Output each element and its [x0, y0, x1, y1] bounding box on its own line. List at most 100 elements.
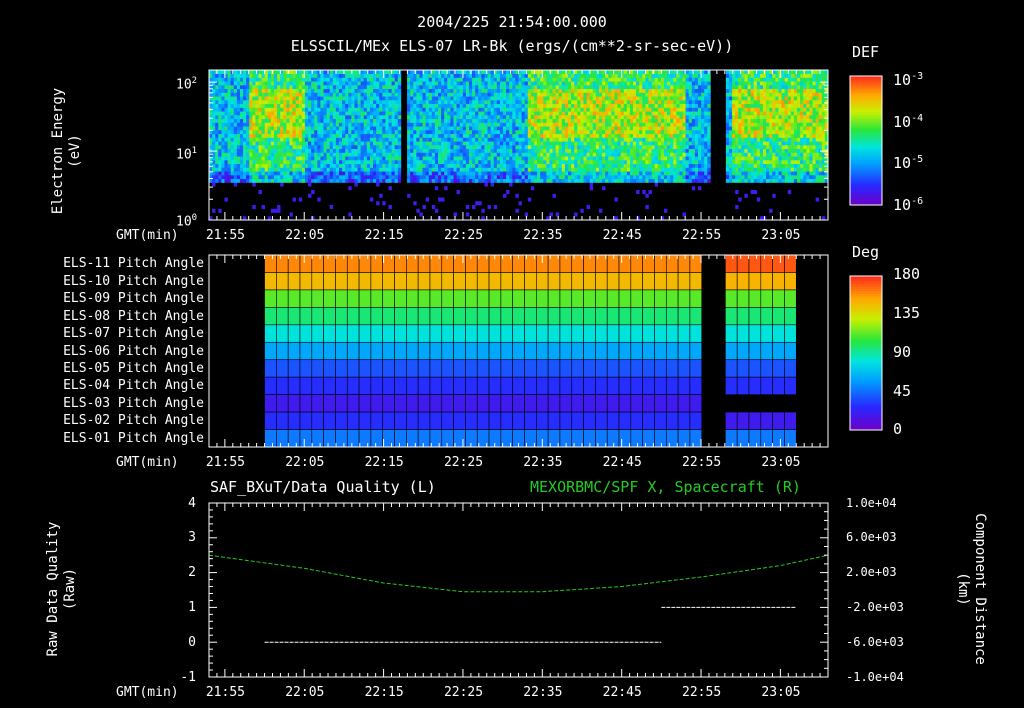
energy-cell — [273, 126, 278, 131]
energy-cell — [490, 145, 495, 150]
energy-cell — [295, 160, 300, 165]
energy-cell — [438, 171, 442, 176]
energy-cell — [425, 88, 430, 93]
energy-cell — [642, 160, 646, 165]
energy-cell — [221, 152, 225, 157]
energy-cell — [462, 178, 467, 183]
energy-cell — [558, 88, 563, 93]
energy-cell — [636, 92, 640, 97]
energy-cell — [382, 163, 386, 168]
energy-cell — [447, 96, 451, 101]
energy-cell — [568, 85, 572, 90]
energy-cell — [629, 156, 634, 161]
energy-cell — [645, 193, 649, 198]
energy-cell — [512, 73, 516, 78]
energy-cell — [574, 122, 578, 127]
energy-cell — [323, 92, 327, 97]
energy-cell — [416, 145, 420, 150]
energy-cell — [249, 130, 253, 135]
energy-cell — [264, 133, 269, 138]
energy-cell — [230, 152, 235, 157]
energy-cell — [490, 122, 495, 127]
energy-cell — [447, 81, 451, 86]
energy-cell — [468, 118, 473, 123]
energy-cell — [478, 163, 482, 168]
energy-cell — [623, 88, 628, 93]
energy-cell — [682, 81, 686, 86]
energy-cell — [277, 175, 281, 180]
energy-cell — [308, 130, 312, 135]
energy-cell — [301, 100, 306, 105]
energy-cell — [434, 122, 439, 127]
energy-cell — [450, 171, 454, 176]
energy-cell — [376, 141, 380, 146]
energy-cell — [233, 77, 238, 82]
energy-cell — [568, 171, 572, 176]
energy-cell — [673, 141, 677, 146]
energy-cell — [215, 171, 219, 176]
energy-cell — [382, 122, 386, 127]
energy-cell — [447, 85, 451, 90]
energy-cell — [540, 92, 544, 97]
energy-cell — [657, 103, 662, 108]
energy-cell — [391, 148, 395, 153]
energy-cell — [633, 118, 637, 123]
energy-cell — [667, 88, 671, 93]
energy-cell — [496, 171, 501, 176]
energy-cell — [258, 88, 262, 93]
energy-cell — [215, 163, 219, 168]
energy-cell — [546, 77, 550, 82]
energy-cell — [490, 126, 495, 131]
energy-cell — [286, 126, 290, 131]
energy-cell — [602, 107, 606, 112]
energy-cell — [456, 70, 460, 75]
energy-cell — [478, 141, 482, 146]
energy-cell — [552, 122, 556, 127]
energy-cell — [357, 137, 361, 142]
energy-cell — [663, 115, 668, 120]
energy-cell — [676, 175, 680, 180]
energy-cell — [391, 171, 395, 176]
energy-cell — [530, 96, 535, 101]
energy-cell — [667, 163, 671, 168]
energy-cell — [441, 92, 445, 97]
energy-cell — [394, 100, 399, 105]
energy-cell — [633, 111, 637, 116]
energy-cell — [515, 137, 519, 142]
energy-cell — [270, 115, 275, 120]
energy-cell — [267, 88, 272, 93]
energy-cell — [679, 118, 683, 123]
energy-cell — [323, 100, 327, 105]
energy-cell — [515, 145, 519, 150]
energy-cell — [453, 77, 457, 82]
energy-cell — [338, 175, 343, 180]
energy-cell — [212, 88, 216, 93]
energy-cell — [521, 70, 525, 75]
energy-cell — [428, 122, 433, 127]
energy-cell — [258, 100, 262, 105]
energy-cell — [413, 171, 417, 176]
energy-cell — [419, 85, 423, 90]
energy-cell — [314, 148, 318, 153]
energy-cell — [639, 175, 643, 180]
energy-cell — [660, 96, 665, 101]
energy-cell — [289, 141, 293, 146]
energy-cell — [382, 152, 386, 157]
energy-cell — [264, 171, 269, 176]
energy-cell — [543, 160, 547, 165]
energy-cell — [493, 163, 498, 168]
energy-cell — [642, 100, 646, 105]
energy-cell — [385, 137, 389, 142]
energy-cell — [249, 152, 253, 157]
energy-cell — [602, 126, 606, 131]
energy-cell — [295, 167, 300, 172]
energy-cell — [623, 111, 628, 116]
energy-cell — [602, 163, 606, 168]
energy-cell — [654, 107, 659, 112]
energy-cell — [472, 122, 476, 127]
energy-cell — [478, 178, 482, 183]
energy-cell — [657, 115, 662, 120]
energy-cell — [444, 156, 448, 161]
energy-cell — [428, 167, 433, 172]
energy-cell — [518, 96, 522, 101]
